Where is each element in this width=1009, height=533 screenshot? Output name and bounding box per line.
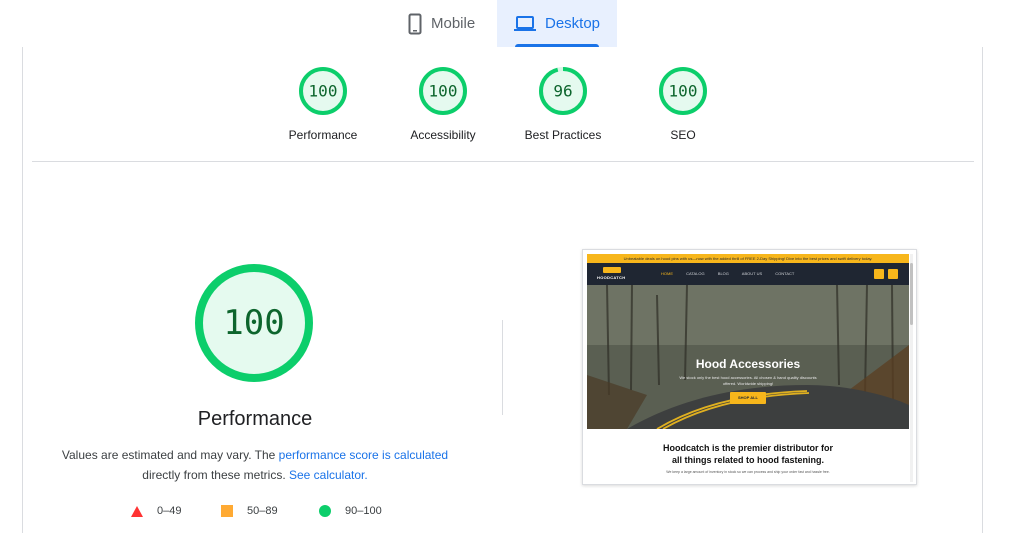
screenshot-content: Unbeatable deals on hood pins with us—no…	[587, 254, 909, 482]
logo-mark-icon	[603, 267, 621, 273]
legend-fail: 0–49	[131, 505, 181, 517]
performance-gauge-large: 100	[193, 262, 315, 384]
report-frame-right	[982, 47, 983, 533]
gauge-ring: 96	[539, 67, 587, 115]
tagline-line-1: Hoodcatch is the premier distributor for	[662, 443, 834, 453]
nav-about: ABOUT US	[741, 271, 763, 276]
gauge-score: 100	[669, 82, 698, 101]
legend-average: 50–89	[221, 505, 278, 517]
gauge-best-practices[interactable]: 96 Best Practices	[503, 66, 623, 142]
average-square-icon	[221, 505, 233, 517]
active-tab-indicator	[515, 44, 599, 47]
site-navbar: HOODCATCH HOME CATALOG BLOG ABOUT US CON…	[587, 263, 909, 285]
legend-range: 90–100	[345, 505, 382, 517]
screenshot-scrollbar[interactable]	[910, 263, 913, 325]
gauge-label: SEO	[670, 128, 696, 142]
gauge-label: Performance	[288, 128, 358, 142]
performance-description: Values are estimated and may vary. The p…	[45, 445, 465, 485]
promo-banner: Unbeatable deals on hood pins with us—no…	[587, 254, 909, 263]
site-logo: HOODCATCH	[597, 266, 629, 282]
hero-title: Hood Accessories	[695, 357, 801, 371]
fail-triangle-icon	[131, 505, 143, 517]
nav-home: HOME	[661, 271, 673, 276]
gauge-accessibility[interactable]: 100 Accessibility	[383, 66, 503, 142]
gauge-label: Accessibility	[410, 128, 476, 142]
device-tabs: Mobile Desktop	[0, 0, 1009, 47]
gauge-label: Best Practices	[524, 128, 602, 142]
gauge-ring: 100	[659, 67, 707, 115]
legend-range: 50–89	[247, 505, 278, 517]
gauge-score: 100	[309, 82, 338, 101]
desc-text: Values are estimated and may vary. The	[61, 448, 279, 462]
smartphone-icon	[408, 13, 422, 35]
hero-image: Hood Accessories We stock only the best …	[587, 285, 909, 429]
legend-range: 0–49	[157, 505, 182, 517]
laptop-icon	[514, 15, 536, 32]
section-divider	[32, 161, 974, 162]
tab-desktop[interactable]: Desktop	[497, 0, 617, 47]
score-legend: 0–49 50–89 90–100	[0, 505, 500, 521]
tagline-line-2: all things related to hood fastening.	[671, 455, 824, 465]
performance-score-large: 100	[223, 303, 284, 343]
tagline-subtext: We keep a large amount of inventory in s…	[666, 470, 830, 474]
gauge-seo[interactable]: 100 SEO	[623, 66, 743, 142]
tagline: Hoodcatch is the premier distributor for…	[587, 442, 909, 466]
cart-icon	[888, 269, 898, 279]
nav-contact: CONTACT	[775, 271, 795, 276]
nav-blog: BLOG	[717, 271, 729, 276]
gauge-performance[interactable]: 100 Performance	[263, 66, 383, 142]
gauge-ring: 100	[419, 67, 467, 115]
gauge-score: 100	[429, 82, 458, 101]
tab-mobile[interactable]: Mobile	[398, 0, 497, 47]
pass-circle-icon	[319, 505, 331, 517]
site-nav-links: HOME CATALOG BLOG ABOUT US CONTACT	[661, 271, 806, 276]
see-calculator-link[interactable]: See calculator.	[289, 468, 368, 482]
desc-text: directly from these metrics.	[142, 468, 289, 482]
legend-pass: 90–100	[319, 505, 382, 517]
tab-mobile-label: Mobile	[431, 15, 476, 32]
logo-text: HOODCATCH	[597, 275, 626, 280]
search-icon	[874, 269, 884, 279]
shop-all-button: SHOP ALL	[730, 392, 766, 404]
performance-score-link[interactable]: performance score is calculated	[279, 448, 448, 462]
final-screenshot[interactable]: Unbeatable deals on hood pins with us—no…	[582, 249, 917, 485]
nav-catalog: CATALOG	[686, 271, 705, 276]
performance-title: Performance	[197, 408, 313, 430]
hero-subtitle: We stock only the best hood accessories.…	[679, 375, 817, 386]
tab-desktop-label: Desktop	[545, 15, 601, 32]
gauge-score: 96	[553, 82, 572, 101]
gauge-ring: 100	[299, 67, 347, 115]
vertical-separator	[502, 320, 503, 415]
report-frame-left	[22, 47, 23, 533]
